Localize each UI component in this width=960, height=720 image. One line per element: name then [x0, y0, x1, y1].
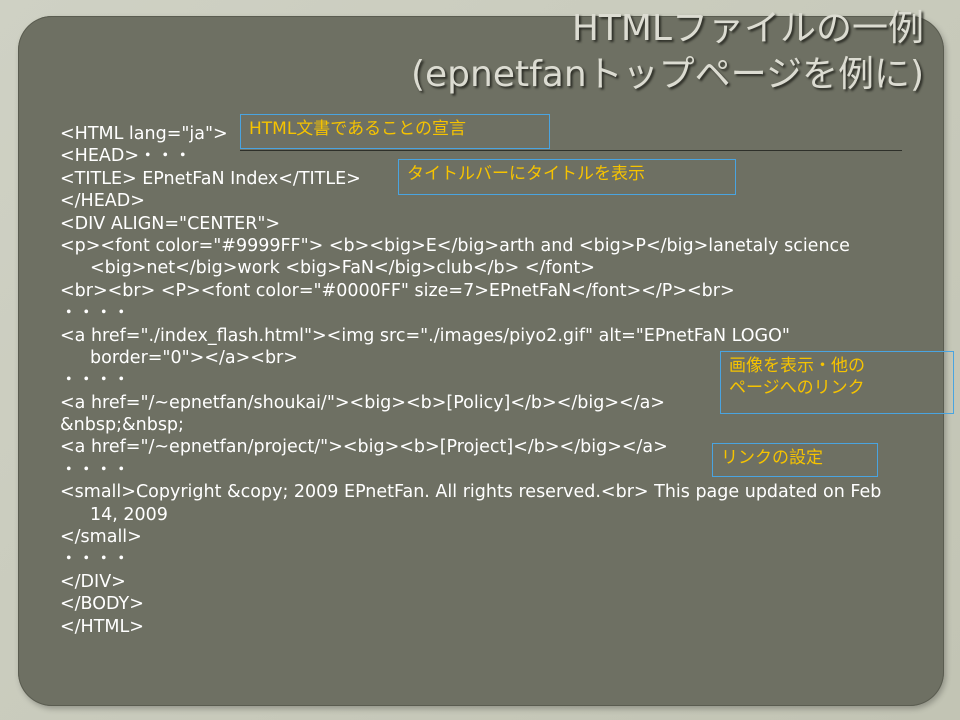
code-line: <a href="./index_flash.html"><img src=".… — [60, 325, 790, 346]
code-line: 14, 2009 — [90, 504, 168, 525]
code-line: </small> — [60, 527, 142, 548]
code-line: </HTML> — [60, 616, 144, 637]
slide-title-line2: (epnetfanトップページを例に) — [410, 54, 924, 95]
annotation-image-link-line1: 画像を表示・他の — [729, 356, 865, 376]
code-line: <DIV ALIGN="CENTER"> — [60, 213, 281, 234]
annotation-link-setting: リンクの設定 — [712, 443, 878, 477]
annotation-title-bar: タイトルバーにタイトルを表示 — [398, 159, 736, 195]
code-line: ・・・・ — [60, 549, 130, 570]
annotation-image-link-line2: ページへのリンク — [729, 378, 865, 398]
code-line: </DIV> — [60, 571, 126, 592]
slide-title-line1: HTMLファイルの一例 — [571, 8, 924, 49]
code-line: <big>net</big>work <big>FaN</big>club</b… — [90, 258, 595, 279]
code-line: </BODY> — [60, 594, 144, 615]
annotation-html-declaration: HTML文書であることの宣言 — [240, 114, 550, 149]
slide-title: HTMLファイルの一例 (epnetfanトップページを例に) — [411, 6, 924, 98]
code-line: <br><br> <P><font color="#0000FF" size=7… — [60, 280, 735, 301]
code-line: <small>Copyright &copy; 2009 EPnetFan. A… — [60, 482, 882, 503]
code-line: <p><font color="#9999FF"> <b><big>E</big… — [60, 235, 850, 256]
annotation-image-link: 画像を表示・他の ページへのリンク — [720, 351, 954, 414]
code-line: &nbsp;&nbsp; — [60, 415, 184, 436]
code-line: ・・・・ — [60, 303, 130, 324]
